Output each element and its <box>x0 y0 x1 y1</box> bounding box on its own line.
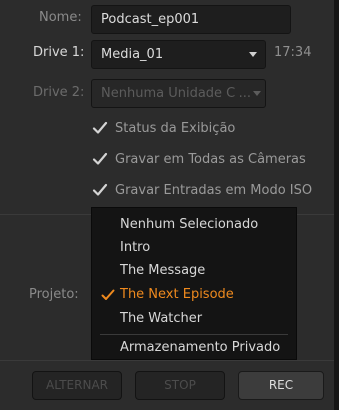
checkmark-icon <box>92 183 108 196</box>
checkbox-gravar-modo-iso[interactable]: Gravar Entradas em Modo ISO <box>92 180 312 200</box>
name-field-value: Podcast_ep001 <box>101 12 200 27</box>
menu-item-the-watcher[interactable]: The Watcher <box>92 307 296 330</box>
checkbox-status-exibicao[interactable]: Status da Exibição <box>92 118 235 138</box>
drive1-label: Drive 1: <box>33 45 85 60</box>
checkbox-label: Status da Exibição <box>115 120 236 136</box>
switch-button[interactable]: ALTERNAR <box>32 371 122 400</box>
checkmark-icon <box>92 121 108 134</box>
drive2-label: Drive 2: <box>33 85 85 100</box>
menu-item-the-message[interactable]: The Message <box>92 259 296 282</box>
name-label: Nome: <box>39 10 82 25</box>
drive1-select[interactable]: Media_01 <box>91 40 266 69</box>
menu-item-armazenamento-privado[interactable]: Armazenamento Privado <box>92 336 296 359</box>
drive1-remaining-time: 17:34 <box>274 45 312 60</box>
drive2-ellipsis: ... <box>237 80 251 107</box>
drive1-select-value: Media_01 <box>101 47 164 62</box>
chevron-down-icon <box>253 91 261 96</box>
name-field[interactable]: Podcast_ep001 <box>91 5 291 34</box>
chevron-down-icon <box>249 52 257 57</box>
section-divider <box>0 360 334 361</box>
menu-item-the-next-episode[interactable]: The Next Episode <box>92 283 296 306</box>
menu-item-nenhum-selecionado[interactable]: Nenhum Selecionado <box>92 213 296 236</box>
recording-panel: Nome: Podcast_ep001 Drive 1: Media_01 17… <box>0 0 334 410</box>
checkbox-label: Gravar Entradas em Modo ISO <box>115 182 313 198</box>
checkmark-icon <box>101 289 115 300</box>
drive2-select[interactable]: Nenhuma Unidade C ... <box>91 79 266 108</box>
rec-button[interactable]: REC <box>238 371 324 400</box>
checkbox-gravar-todas-cameras[interactable]: Gravar em Todas as Câmeras <box>92 149 306 169</box>
stop-button[interactable]: STOP <box>135 371 225 400</box>
checkbox-label: Gravar em Todas as Câmeras <box>115 151 306 167</box>
menu-separator <box>100 334 288 335</box>
project-label: Projeto: <box>29 287 79 302</box>
menu-item-label: The Next Episode <box>120 287 234 302</box>
drive2-select-value: Nenhuma Unidade C <box>101 86 236 101</box>
checkmark-icon <box>92 152 108 165</box>
menu-item-intro[interactable]: Intro <box>92 236 296 259</box>
panel-edge <box>334 0 339 410</box>
project-dropdown-menu: Nenhum Selecionado Intro The Message The… <box>91 207 297 360</box>
